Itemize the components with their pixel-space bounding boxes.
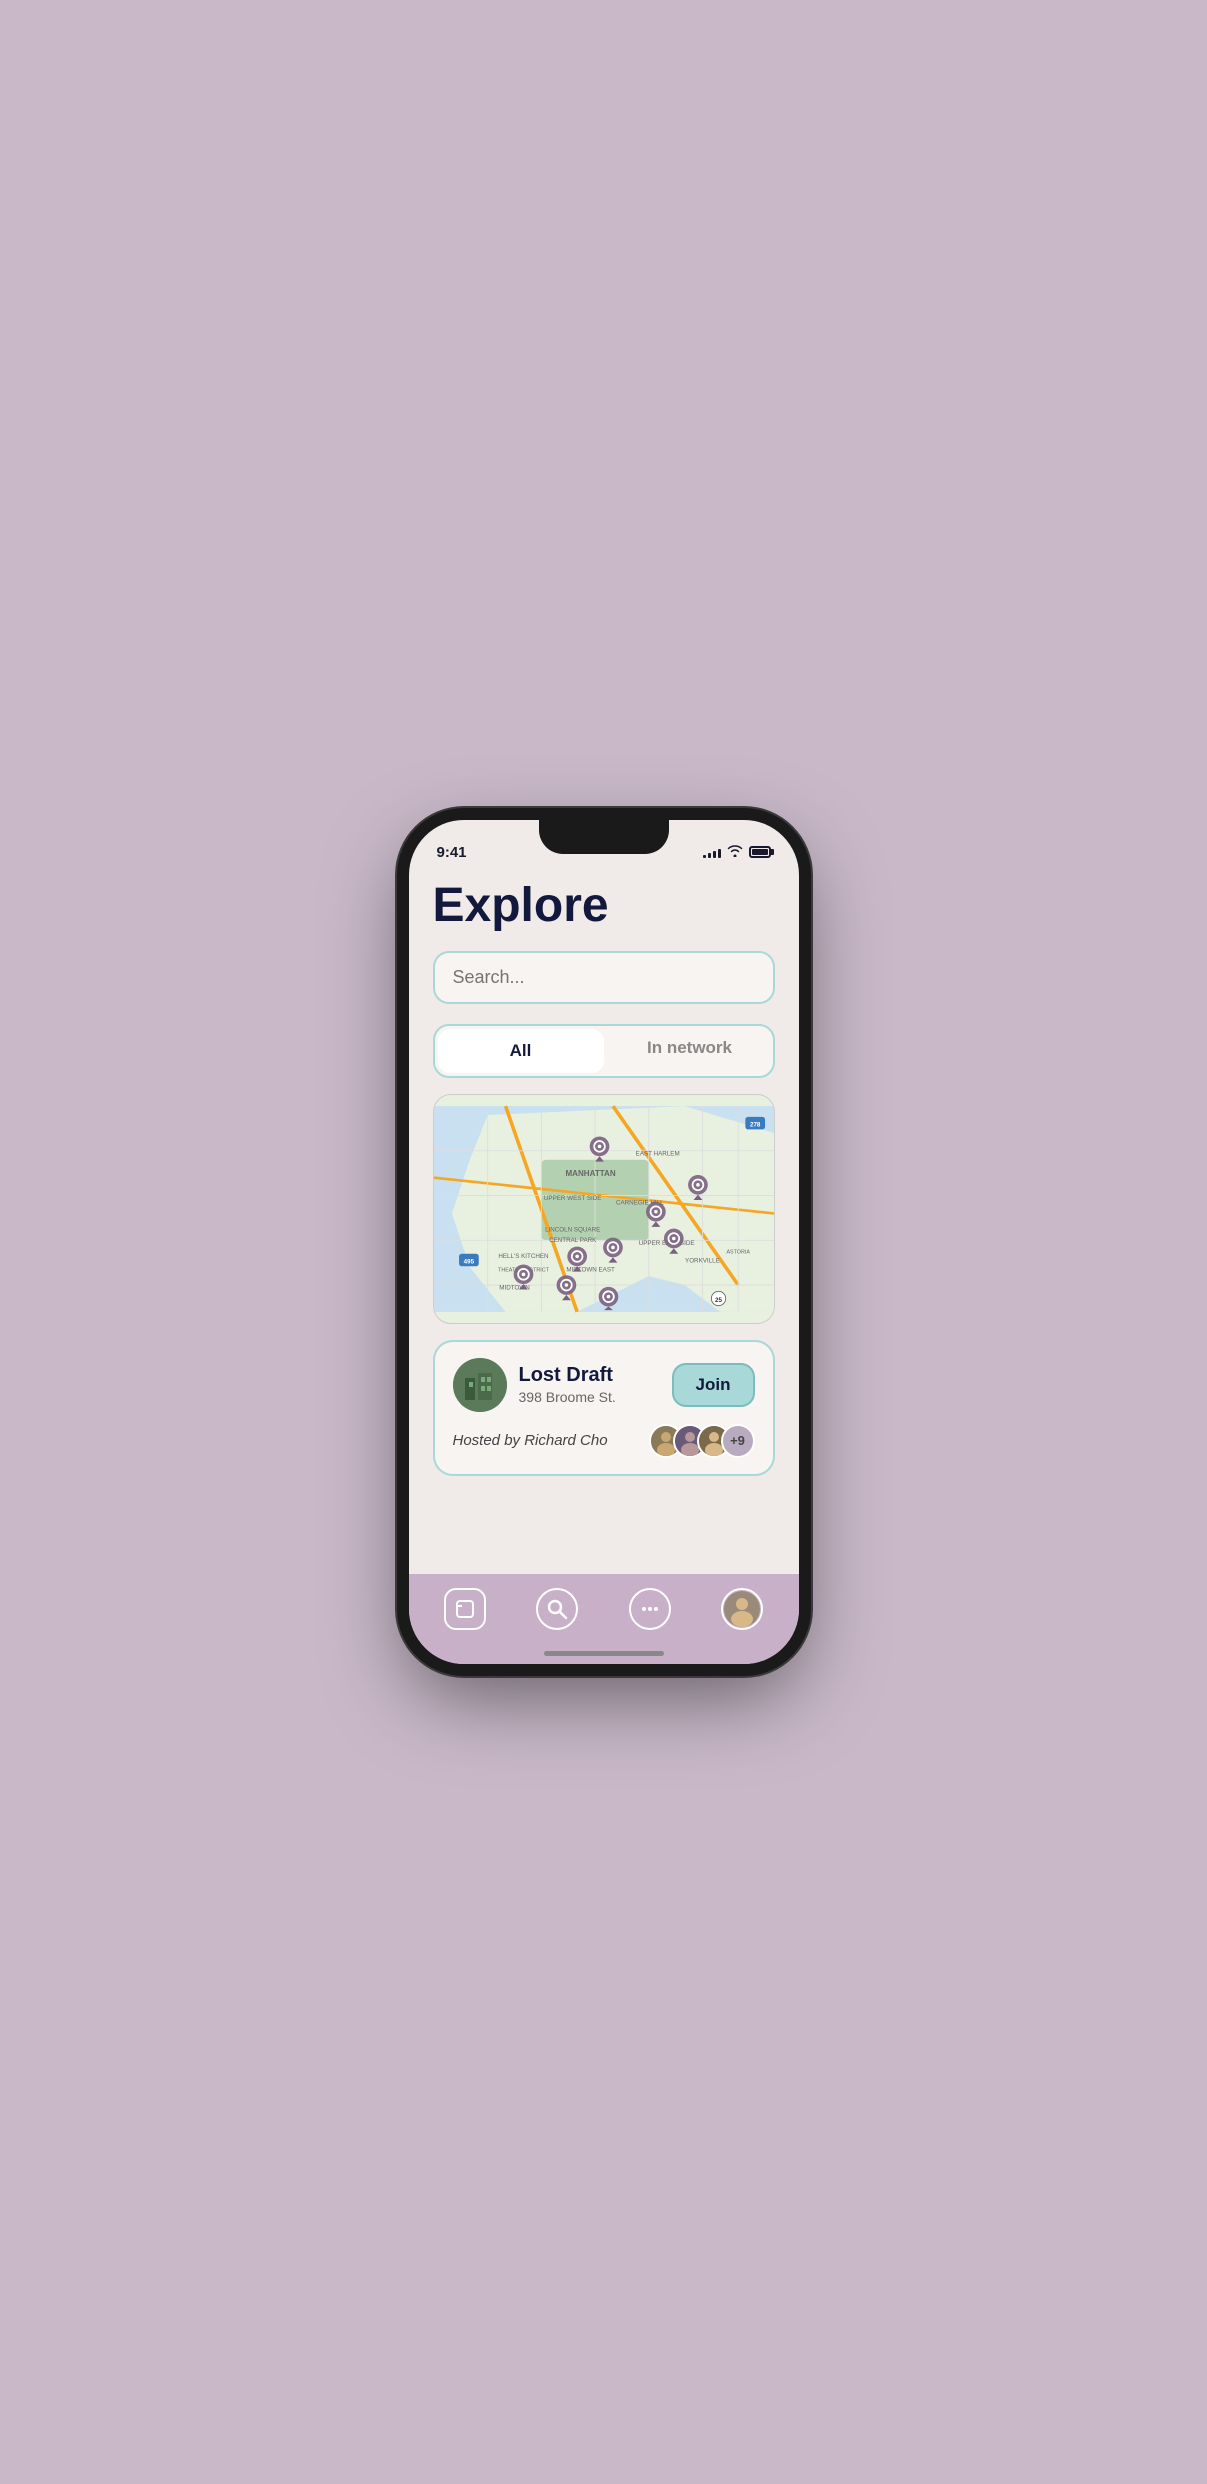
svg-text:LINCOLN SQUARE: LINCOLN SQUARE (545, 1226, 600, 1233)
map-svg: MANHATTAN EAST HARLEM UPPER WEST SIDE CA… (434, 1095, 774, 1323)
nav-home[interactable] (439, 1583, 491, 1635)
bottom-nav (409, 1574, 799, 1664)
svg-text:HELL'S KITCHEN: HELL'S KITCHEN (498, 1253, 548, 1260)
battery-icon (749, 846, 771, 858)
map-container[interactable]: MANHATTAN EAST HARLEM UPPER WEST SIDE CA… (433, 1094, 775, 1324)
svg-text:495: 495 (463, 1258, 474, 1265)
svg-text:UPPER WEST SIDE: UPPER WEST SIDE (543, 1195, 601, 1202)
svg-text:MANHATTAN: MANHATTAN (565, 1169, 615, 1178)
profile-icon (721, 1588, 763, 1630)
status-icons (703, 844, 771, 860)
phone-frame: 9:41 Explore Al (409, 820, 799, 1664)
tab-all[interactable]: All (438, 1029, 604, 1073)
svg-text:YORKVILLE: YORKVILLE (685, 1257, 720, 1264)
venue-info: Lost Draft 398 Broome St. (453, 1358, 616, 1412)
join-button[interactable]: Join (672, 1363, 755, 1407)
main-content: Explore All In network (409, 870, 799, 1584)
nav-explore[interactable] (531, 1583, 583, 1635)
search-input[interactable] (433, 951, 775, 1004)
page-title: Explore (433, 880, 775, 933)
attendee-count: +9 (721, 1424, 755, 1458)
svg-text:EAST HARLEM: EAST HARLEM (635, 1150, 679, 1157)
hosted-by: Hosted by Richard Cho (453, 1432, 608, 1449)
card-bottom: Hosted by Richard Cho (453, 1424, 755, 1458)
venue-avatar (453, 1358, 507, 1412)
status-time: 9:41 (437, 844, 467, 861)
svg-text:ASTORIA: ASTORIA (726, 1250, 750, 1256)
notch (539, 820, 669, 854)
tab-in-network[interactable]: In network (607, 1026, 773, 1076)
nav-profile[interactable] (716, 1583, 768, 1635)
home-indicator (544, 1651, 664, 1656)
svg-text:278: 278 (749, 1121, 760, 1128)
signal-icon (703, 846, 721, 858)
svg-text:25: 25 (715, 1297, 722, 1304)
venue-name: Lost Draft (519, 1364, 616, 1387)
venue-card: Lost Draft 398 Broome St. Join Hosted by… (433, 1340, 775, 1476)
nav-messages[interactable] (624, 1583, 676, 1635)
venue-address: 398 Broome St. (519, 1389, 616, 1405)
venue-details: Lost Draft 398 Broome St. (519, 1364, 616, 1405)
messages-icon (629, 1588, 671, 1630)
search-icon (536, 1588, 578, 1630)
attendees: +9 (649, 1424, 755, 1458)
svg-text:CENTRAL PARK: CENTRAL PARK (549, 1237, 597, 1244)
tabs-container: All In network (433, 1024, 775, 1078)
home-icon (444, 1588, 486, 1630)
svg-text:MIDTOWN EAST: MIDTOWN EAST (566, 1266, 615, 1273)
wifi-icon (727, 844, 743, 860)
card-top: Lost Draft 398 Broome St. Join (453, 1358, 755, 1412)
